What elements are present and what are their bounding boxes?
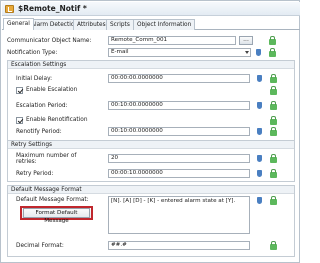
retry-settings-title: Retry Settings	[11, 142, 53, 148]
shield-icon[interactable]	[257, 170, 262, 177]
default-message-format-input[interactable]: [N]. [A] [D] - [K] - entered alarm state…	[108, 196, 250, 234]
decimal-format-input[interactable]: ##.#	[108, 241, 250, 250]
renotify-period-label: Renotify Period:	[16, 129, 62, 135]
tab-strip: General Alarm Detection Attributes Scrip…	[2, 18, 300, 30]
tab-scripts[interactable]: Scripts	[106, 19, 134, 30]
shield-icon[interactable]	[257, 102, 262, 109]
enable-escalation-checkbox[interactable]	[16, 87, 23, 94]
lock-icon[interactable]	[270, 86, 277, 95]
enable-renotification-label: Enable Renotification	[26, 117, 88, 123]
notification-type-select[interactable]: E-mail	[108, 48, 251, 57]
format-default-message-label: Format Default Message	[23, 208, 90, 224]
lock-icon[interactable]	[270, 74, 277, 83]
renotify-period-input[interactable]: 00:10:00.0000000	[108, 127, 250, 136]
shield-icon[interactable]	[256, 49, 261, 56]
initial-delay-input[interactable]: 00:00:00.0000000	[108, 74, 250, 83]
lock-icon[interactable]	[270, 241, 277, 250]
lock-icon[interactable]	[269, 36, 276, 45]
enable-escalation-label: Enable Escalation	[26, 87, 78, 93]
shield-icon[interactable]	[257, 197, 262, 204]
shield-icon[interactable]	[257, 155, 262, 162]
browse-button[interactable]: ...	[239, 36, 253, 45]
initial-delay-label: Initial Delay:	[16, 76, 53, 82]
lock-icon[interactable]	[270, 169, 277, 178]
lock-icon[interactable]	[270, 154, 277, 163]
retry-settings-group: Retry Settings Maximum number of retries…	[7, 140, 295, 182]
title-bar: $Remote_Notif *	[2, 2, 300, 16]
decimal-format-label: Decimal Format:	[16, 243, 64, 249]
lock-icon[interactable]	[270, 116, 277, 125]
max-retries-input[interactable]: 20	[108, 154, 250, 163]
message-format-header: Default Message Format	[8, 186, 294, 194]
escalation-period-label: Escalation Period:	[16, 103, 68, 109]
shield-icon[interactable]	[257, 128, 262, 135]
lock-icon[interactable]	[269, 48, 276, 57]
message-format-title: Default Message Format	[11, 187, 82, 193]
lock-icon[interactable]	[270, 127, 277, 136]
escalation-settings-title: Escalation Settings	[11, 62, 67, 68]
notification-type-value: E-mail	[111, 49, 129, 55]
format-default-message-button[interactable]: Format Default Message	[20, 206, 93, 224]
retry-settings-header: Retry Settings	[8, 141, 294, 149]
chevron-down-icon	[245, 51, 249, 54]
lock-icon[interactable]	[270, 196, 277, 205]
tab-object-information[interactable]: Object Information	[133, 19, 196, 30]
window-title: $Remote_Notif *	[18, 4, 87, 13]
enable-renotification-checkbox[interactable]	[16, 117, 23, 124]
message-format-group: Default Message Format Default Message F…	[7, 185, 295, 257]
notification-type-label: Notification Type:	[7, 50, 58, 56]
max-retries-label-continued: retries:	[16, 159, 37, 165]
lock-icon[interactable]	[270, 101, 277, 110]
shield-icon[interactable]	[257, 75, 262, 82]
escalation-period-input[interactable]: 00:10:00.0000000	[108, 101, 250, 110]
comm-object-input[interactable]: Remote_Comm_001	[108, 36, 236, 45]
default-message-format-label: Default Message Format:	[16, 197, 89, 203]
comm-object-label: Communicator Object Name:	[7, 38, 92, 44]
tab-attributes[interactable]: Attributes	[73, 19, 110, 30]
retry-period-label: Retry Period:	[16, 171, 54, 177]
escalation-settings-header: Escalation Settings	[8, 61, 294, 69]
editor-window: $Remote_Notif * General Alarm Detection …	[0, 0, 300, 263]
tab-general[interactable]: General	[3, 18, 34, 30]
retry-period-input[interactable]: 00:00:10.0000000	[108, 169, 250, 178]
general-tab-content: Communicator Object Name: Remote_Comm_00…	[5, 32, 297, 261]
object-icon	[5, 5, 14, 13]
